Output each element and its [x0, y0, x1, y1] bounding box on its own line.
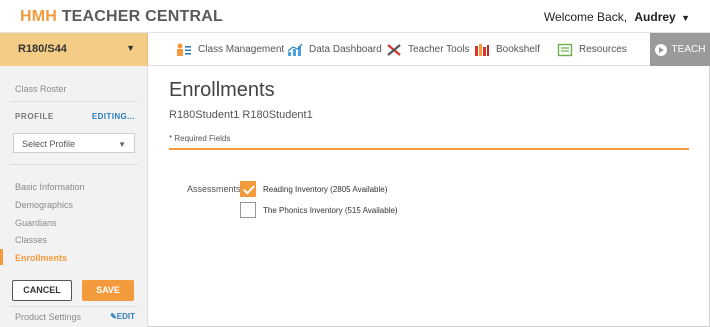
reading-inventory-checkbox[interactable] — [240, 181, 256, 197]
save-button[interactable]: SAVE — [82, 280, 134, 301]
main-nav: R180/S44 ▼ Class Management Data Dashboa… — [0, 33, 710, 66]
nav-label: Resources — [579, 44, 627, 55]
books-icon — [474, 43, 490, 57]
logo-title: TEACHER CENTRAL — [61, 8, 223, 25]
chart-icon — [287, 43, 303, 57]
phonics-inventory-label[interactable]: The Phonics Inventory (515 Available) — [263, 206, 398, 215]
product-settings-label: Product Settings — [15, 312, 82, 322]
assessments-label: Assessments — [187, 184, 241, 194]
phonics-inventory-checkbox[interactable] — [240, 202, 256, 218]
nav-bookshelf[interactable]: Bookshelf — [474, 33, 540, 66]
student-name: R180Student1 R180Student1 — [169, 109, 313, 121]
play-icon — [654, 43, 667, 56]
divider — [10, 164, 138, 165]
required-fields-note: * Required Fields — [169, 134, 231, 143]
section-divider — [169, 148, 689, 150]
nav-label: Class Management — [198, 44, 285, 55]
divider — [10, 101, 138, 102]
sidebar-item-enrollments[interactable]: Enrollments — [15, 253, 67, 263]
nav-teacher-tools[interactable]: Teacher Tools — [386, 33, 470, 66]
nav-data-dashboard[interactable]: Data Dashboard — [287, 33, 382, 66]
active-indicator — [0, 249, 3, 265]
edit-icon: ✎ — [110, 312, 117, 321]
chevron-down-icon: ▼ — [681, 13, 690, 23]
nav-label: Bookshelf — [496, 44, 540, 55]
editing-status: EDITING... — [91, 112, 135, 121]
sidebar-item-classes[interactable]: Classes — [15, 235, 47, 245]
teach-label: TEACH — [671, 44, 706, 55]
class-selector[interactable]: R180/S44 ▼ — [0, 33, 148, 66]
profile-select-value: Select Profile — [22, 139, 76, 149]
welcome-menu[interactable]: Welcome Back, Audrey ▼ — [544, 10, 690, 24]
chevron-down-icon: ▼ — [126, 43, 135, 53]
reading-inventory-label[interactable]: Reading Inventory (2805 Available) — [263, 185, 387, 194]
logo-hmh: HMH — [20, 8, 58, 25]
app-logo[interactable]: HMH TEACHER CENTRAL — [20, 8, 223, 26]
sidebar-item-class-roster[interactable]: Class Roster — [15, 84, 67, 94]
divider — [10, 306, 138, 307]
profile-select[interactable]: Select Profile ▼ — [13, 133, 135, 153]
sidebar-item-demographics[interactable]: Demographics — [15, 200, 73, 210]
chevron-down-icon: ▼ — [118, 140, 126, 149]
edit-link-label: EDIT — [116, 312, 135, 321]
welcome-text: Welcome Back, — [543, 10, 628, 24]
nav-class-management[interactable]: Class Management — [176, 33, 284, 66]
edit-product-settings-link[interactable]: ✎EDIT — [110, 312, 135, 321]
nav-label: Data Dashboard — [309, 44, 382, 55]
tools-icon — [386, 43, 402, 57]
class-management-icon — [176, 43, 192, 57]
teach-button[interactable]: TEACH — [650, 33, 710, 66]
top-header: HMH TEACHER CENTRAL Welcome Back, Audrey… — [0, 0, 710, 33]
user-name: Audrey — [634, 10, 676, 24]
profile-heading: PROFILE — [15, 112, 54, 121]
nav-label: Teacher Tools — [408, 44, 470, 55]
class-selector-label: R180/S44 — [18, 43, 67, 55]
sidebar-item-guardians[interactable]: Guardians — [15, 218, 57, 228]
sidebar-item-basic-information[interactable]: Basic Information — [15, 182, 85, 192]
page-title: Enrollments — [169, 79, 275, 101]
nav-resources[interactable]: Resources — [557, 33, 627, 66]
resources-icon — [557, 43, 573, 57]
cancel-button[interactable]: CANCEL — [12, 280, 72, 301]
sidebar: Class Roster PROFILE EDITING... Select P… — [0, 66, 148, 327]
